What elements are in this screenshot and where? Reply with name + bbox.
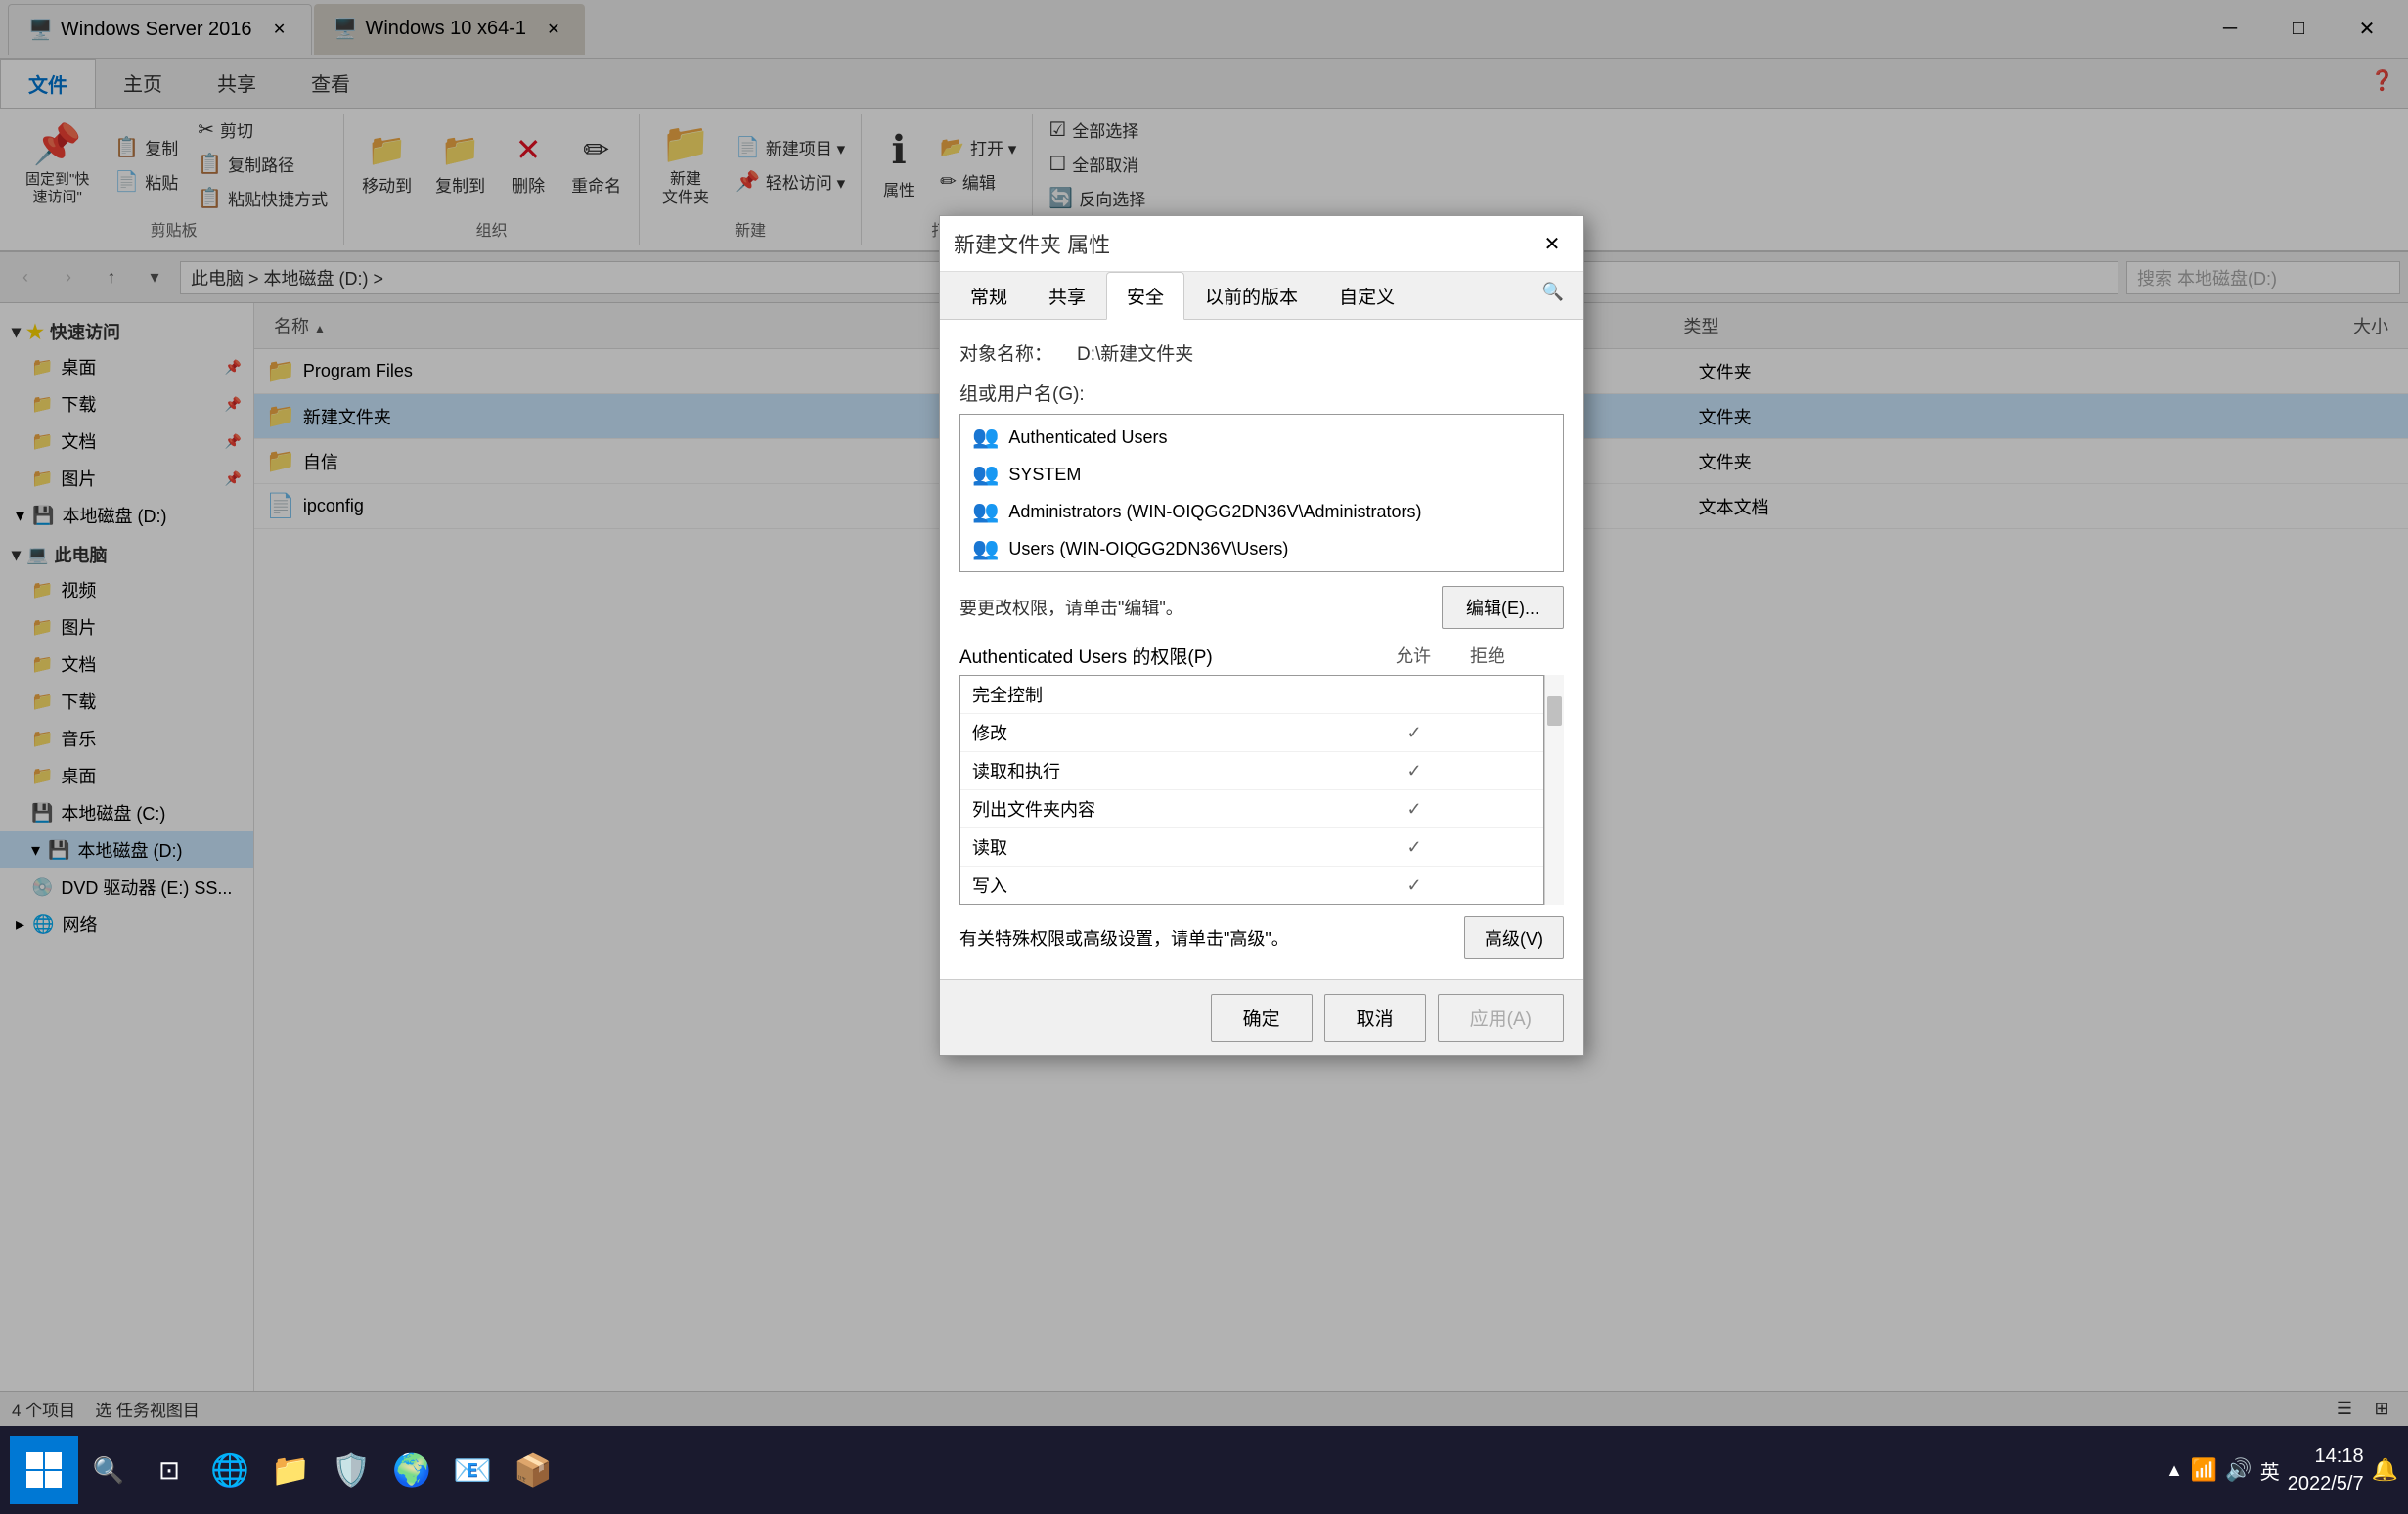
- user-name-admin: Administrators (WIN-OIQGG2DN36V\Administ…: [1008, 502, 1421, 522]
- taskbar-search-button[interactable]: 🔍: [78, 1431, 139, 1509]
- perm-name-read: 读取: [972, 834, 1375, 860]
- permissions-scrollbar[interactable]: [1544, 675, 1564, 905]
- taskbar-ie-button[interactable]: 🌐: [200, 1431, 260, 1509]
- perm-allow-write: ✓: [1375, 875, 1453, 896]
- taskbar: 🔍 ⊡ 🌐 📁 🛡️ 🌍 📧 📦 ▲ 📶 🔊 英 14:18 2022/5/7 …: [0, 1426, 2408, 1514]
- volume-icon[interactable]: 🔊: [2225, 1457, 2252, 1483]
- taskbar-shield-button[interactable]: 🛡️: [321, 1431, 381, 1509]
- clock[interactable]: 14:18 2022/5/7: [2288, 1443, 2364, 1497]
- notification-icon[interactable]: 🔔: [2372, 1457, 2398, 1483]
- lang-indicator[interactable]: 英: [2260, 1456, 2280, 1485]
- users-list: 👥 Authenticated Users 👥 SYSTEM 👥 Adminis…: [959, 414, 1564, 572]
- user-name-users: Users (WIN-OIQGG2DN36V\Users): [1008, 539, 1288, 559]
- perm-allow-listdir: ✓: [1375, 799, 1453, 820]
- dialog-title-bar: 新建文件夹 属性 ✕: [940, 216, 1583, 272]
- properties-dialog: 新建文件夹 属性 ✕ 常规 共享 安全 以前的版本 自定义 🔍 对象名称： D:…: [939, 215, 1584, 1056]
- user-item-users[interactable]: 👥 Users (WIN-OIQGG2DN36V\Users): [960, 530, 1563, 567]
- user-icon-auth: 👥: [972, 424, 999, 450]
- perm-allow-modify: ✓: [1375, 723, 1453, 743]
- object-value: D:\新建文件夹: [1077, 339, 1193, 366]
- package-icon: 📦: [513, 1451, 553, 1489]
- edit-permissions-button[interactable]: 编辑(E)...: [1442, 586, 1564, 629]
- perm-header-row: Authenticated Users 的权限(P) 允许 拒绝: [959, 643, 1564, 669]
- perm-row-write: 写入 ✓: [960, 867, 1543, 904]
- change-row: 要更改权限，请单击"编辑"。 编辑(E)...: [959, 586, 1564, 629]
- dialog-close-button[interactable]: ✕: [1535, 226, 1570, 261]
- apply-button[interactable]: 应用(A): [1438, 994, 1564, 1042]
- permissions-area: Authenticated Users 的权限(P) 允许 拒绝 完全控制 修改…: [959, 643, 1564, 905]
- clock-date: 2022/5/7: [2288, 1470, 2364, 1497]
- shield-icon: 🛡️: [332, 1451, 371, 1489]
- user-name-sys: SYSTEM: [1008, 465, 1081, 485]
- advanced-row: 有关特殊权限或高级设置，请单击"高级"。 高级(V): [959, 916, 1564, 959]
- perm-name-readexec: 读取和执行: [972, 758, 1375, 783]
- perm-row-read: 读取 ✓: [960, 828, 1543, 867]
- object-name-row: 对象名称： D:\新建文件夹: [959, 339, 1564, 366]
- clock-time: 14:18: [2288, 1443, 2364, 1470]
- user-icon-sys: 👥: [972, 462, 999, 487]
- perm-row-modify: 修改 ✓: [960, 714, 1543, 752]
- system-tray: ▲ 📶 🔊 英 14:18 2022/5/7 🔔: [2165, 1443, 2398, 1497]
- taskbar-package-button[interactable]: 📦: [503, 1431, 563, 1509]
- perm-allow-read: ✓: [1375, 837, 1453, 858]
- dialog-footer: 确定 取消 应用(A): [940, 979, 1583, 1055]
- perm-name-listdir: 列出文件夹内容: [972, 796, 1375, 822]
- perm-row-listdir: 列出文件夹内容 ✓: [960, 790, 1543, 828]
- perm-name-full: 完全控制: [972, 682, 1375, 707]
- perm-allow-readexec: ✓: [1375, 761, 1453, 781]
- taskview-icon: ⊡: [158, 1455, 180, 1486]
- advanced-note: 有关特殊权限或高级设置，请单击"高级"。: [959, 925, 1464, 951]
- taskbar-taskview-button[interactable]: ⊡: [139, 1431, 200, 1509]
- dialog-tab-previous[interactable]: 以前的版本: [1184, 272, 1318, 320]
- perm-col-headers: 允许 拒绝: [1396, 643, 1505, 669]
- scrollbar-thumb[interactable]: [1547, 696, 1562, 726]
- dialog-tab-share[interactable]: 共享: [1028, 272, 1106, 320]
- cancel-button[interactable]: 取消: [1324, 994, 1426, 1042]
- taskbar-mail-button[interactable]: 📧: [442, 1431, 503, 1509]
- dialog-body: 对象名称： D:\新建文件夹 组或用户名(G): 👥 Authenticated…: [940, 320, 1583, 979]
- ok-button[interactable]: 确定: [1211, 994, 1313, 1042]
- perm-row-full: 完全控制: [960, 676, 1543, 714]
- network-tray-icon[interactable]: 📶: [2191, 1457, 2217, 1483]
- perm-name-write: 写入: [972, 872, 1375, 898]
- user-icon-users: 👥: [972, 536, 999, 561]
- user-item-system[interactable]: 👥 SYSTEM: [960, 456, 1563, 493]
- dialog-title: 新建文件夹 属性: [954, 228, 1535, 259]
- allow-col-label: 允许: [1396, 643, 1431, 669]
- ie-icon: 🌐: [210, 1451, 249, 1489]
- user-item-admin[interactable]: 👥 Administrators (WIN-OIQGG2DN36V\Admini…: [960, 493, 1563, 530]
- tray-arrow-icon[interactable]: ▲: [2165, 1460, 2183, 1481]
- dialog-tab-list: 常规 共享 安全 以前的版本 自定义 🔍: [940, 272, 1583, 320]
- user-icon-admin: 👥: [972, 499, 999, 524]
- dialog-tab-security[interactable]: 安全: [1106, 272, 1184, 320]
- taskbar-globe-button[interactable]: 🌍: [381, 1431, 442, 1509]
- dialog-search-icon[interactable]: 🔍: [1533, 272, 1574, 319]
- globe-icon: 🌍: [392, 1451, 431, 1489]
- change-note: 要更改权限，请单击"编辑"。: [959, 595, 1442, 620]
- object-label: 对象名称：: [959, 339, 1077, 366]
- permissions-label: Authenticated Users 的权限(P): [959, 643, 1213, 669]
- user-item-auth[interactable]: 👥 Authenticated Users: [960, 419, 1563, 456]
- deny-col-label: 拒绝: [1470, 643, 1505, 669]
- user-name-auth: Authenticated Users: [1008, 427, 1167, 448]
- permissions-wrapper: 完全控制 修改 ✓ 读取和执行 ✓ 列出文件: [959, 675, 1564, 905]
- perm-name-modify: 修改: [972, 720, 1375, 745]
- dialog-tab-general[interactable]: 常规: [950, 272, 1028, 320]
- explorer-icon: 📁: [271, 1451, 310, 1489]
- mail-icon: 📧: [453, 1451, 492, 1489]
- windows-logo-icon: [24, 1450, 64, 1490]
- dialog-tab-custom[interactable]: 自定义: [1318, 272, 1415, 320]
- permissions-list: 完全控制 修改 ✓ 读取和执行 ✓ 列出文件: [959, 675, 1544, 905]
- perm-row-readexec: 读取和执行 ✓: [960, 752, 1543, 790]
- taskbar-explorer-button[interactable]: 📁: [260, 1431, 321, 1509]
- start-button[interactable]: [10, 1436, 78, 1504]
- search-icon: 🔍: [93, 1455, 124, 1486]
- group-label: 组或用户名(G):: [959, 379, 1564, 406]
- advanced-button[interactable]: 高级(V): [1464, 916, 1564, 959]
